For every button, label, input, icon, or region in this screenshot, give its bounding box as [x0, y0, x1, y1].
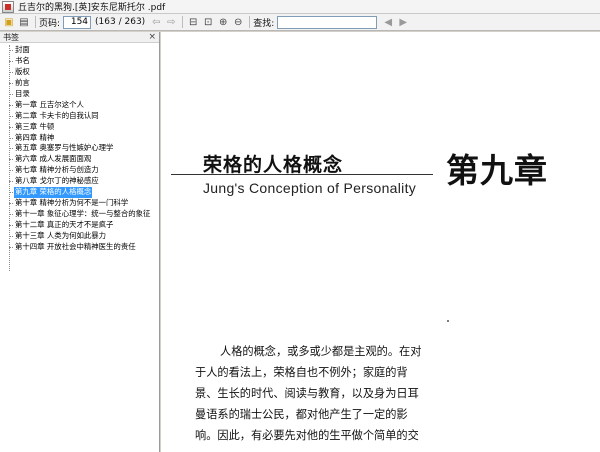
- fit-page-icon[interactable]: ⊟: [186, 15, 200, 29]
- paragraph-line: 响。因此，有必要先对他的生平做个简单的交: [195, 429, 419, 442]
- bookmark-label: 第七章 精神分析与创造力: [15, 165, 99, 175]
- chapter-title-rule: [171, 174, 433, 175]
- bookmark-item[interactable]: 前言: [0, 78, 159, 89]
- forward-arrow-icon[interactable]: ⇨: [164, 15, 178, 29]
- search-label: 查找:: [253, 18, 275, 29]
- bookmark-label: 目录: [15, 88, 30, 98]
- bookmark-label: 前言: [15, 77, 30, 87]
- bookmark-label: 第四章 精神: [15, 132, 55, 142]
- toolbar: ▣ ▤ 页码: (163 / 263) ⇦ ⇨ ⊟ ⊡ ⊕ ⊖ 查找: ◀ ▶: [0, 14, 600, 31]
- fit-width-icon[interactable]: ⊡: [201, 15, 215, 29]
- body-paragraph: 人格的概念，或多或少都是主观的。在对 于人的看法上，荣格自也不例外；家庭的背 景…: [195, 341, 485, 446]
- chapter-number: 第九章: [446, 151, 548, 190]
- bookmark-item[interactable]: 书名: [0, 56, 159, 67]
- bookmark-item[interactable]: 第四章 精神: [0, 133, 159, 144]
- paragraph-line: 景、生长的时代、阅读与教育，以及身为日耳: [195, 387, 419, 400]
- title-bar: 丘吉尔的黑狗.[英]安东尼斯托尔 .pdf: [0, 0, 600, 14]
- bookmark-label: 第三章 牛顿: [15, 121, 55, 131]
- app-pdf-icon: [2, 0, 14, 13]
- paragraph-line: 人格的概念，或多或少都是主观的。在对: [220, 345, 422, 358]
- bookmark-label: 第十四章 开放社会中精神医生的责任: [15, 241, 136, 251]
- bookmark-item[interactable]: 第十章 精神分析为何不是一门科学: [0, 198, 159, 209]
- bookmark-label: 第一章 丘吉尔这个人: [15, 99, 84, 109]
- bookmark-item[interactable]: 第十一章 象征心理学：统一与整合的象征: [0, 209, 159, 220]
- paragraph-line: 于人的看法上，荣格自也不例外；家庭的背: [195, 366, 408, 379]
- page-label: 页码:: [39, 18, 61, 29]
- bookmark-item[interactable]: 第十二章 真正的天才不是疯子: [0, 220, 159, 231]
- bookmark-item[interactable]: 第十三章 人类为何如此暴力: [0, 231, 159, 242]
- bookmark-label: 版权: [15, 66, 30, 76]
- bookmark-item[interactable]: 版权: [0, 67, 159, 78]
- back-arrow-icon[interactable]: ⇦: [149, 15, 163, 29]
- bookmark-label: 第八章 戈尔丁的神秘感应: [15, 176, 99, 186]
- bookmark-item-selected[interactable]: 第九章 荣格的人格概念: [0, 187, 159, 199]
- page-total: (163 / 263): [95, 17, 146, 27]
- page-speck: [447, 320, 449, 322]
- paragraph-line: 曼语系的瑞士公民，都对他产生了一定的影: [195, 408, 408, 421]
- sidebar-header: 书签 ×: [0, 32, 159, 43]
- close-icon[interactable]: ×: [148, 32, 156, 42]
- find-next-icon[interactable]: ▶: [396, 15, 410, 29]
- bookmark-item[interactable]: 第三章 牛顿: [0, 122, 159, 133]
- bookmark-label: 第五章 奥塞罗与性嫉妒心理学: [15, 143, 114, 153]
- zoom-out-icon[interactable]: ⊖: [231, 15, 245, 29]
- search-input[interactable]: [277, 15, 378, 29]
- bookmark-label: 第二章 卡夫卡的自我认同: [15, 110, 99, 120]
- bookmark-tree: 封面 书名 版权 前言 目录 第一章 丘吉尔这个人 第二章 卡夫卡的自我认同 第…: [0, 43, 159, 271]
- find-previous-icon[interactable]: ◀: [381, 15, 395, 29]
- bookmark-item[interactable]: 第八章 戈尔丁的神秘感应: [0, 176, 159, 187]
- bookmark-item[interactable]: 第六章 成人发展面面观: [0, 154, 159, 165]
- bookmark-item[interactable]: 第五章 奥塞罗与性嫉妒心理学: [0, 143, 159, 154]
- bookmark-label: 第六章 成人发展面面观: [15, 154, 92, 164]
- bookmarks-sidebar: 书签 × 封面 书名 版权 前言 目录 第一章 丘吉尔这个人 第二章 卡夫卡的自…: [0, 32, 160, 452]
- open-folder-icon[interactable]: ▣: [2, 15, 16, 29]
- toolbar-separator: [182, 16, 184, 28]
- bookmark-label: 第十二章 真正的天才不是疯子: [15, 220, 114, 229]
- bookmark-item[interactable]: 第二章 卡夫卡的自我认同: [0, 111, 159, 122]
- bookmark-label: 书名: [15, 55, 30, 65]
- chapter-title-cn: 荣格的人格概念: [203, 154, 344, 176]
- document-page[interactable]: 荣格的人格概念 Jung's Conception of Personality…: [161, 32, 600, 452]
- page-number-input[interactable]: [63, 15, 92, 29]
- window-title: 丘吉尔的黑狗.[英]安东尼斯托尔 .pdf: [18, 3, 166, 13]
- chapter-title-en: Jung's Conception of Personality: [203, 180, 417, 196]
- bookmark-item[interactable]: 封面: [0, 45, 159, 56]
- toolbar-separator: [35, 16, 36, 28]
- sidebar-title: 书签: [3, 32, 19, 42]
- zoom-in-icon[interactable]: ⊕: [216, 15, 230, 29]
- bookmark-label: 第九章 荣格的人格概念: [14, 187, 93, 199]
- bookmark-label: 第十章 精神分析为何不是一门科学: [15, 198, 129, 208]
- toolbar-separator: [249, 16, 251, 28]
- bookmark-item[interactable]: 第七章 精神分析与创造力: [0, 165, 159, 176]
- bookmark-label: 第十一章 象征心理学：统一与整合的象征: [15, 209, 151, 219]
- bookmark-label: 第十三章 人类为何如此暴力: [15, 230, 107, 240]
- bookmark-item[interactable]: 目录: [0, 89, 159, 100]
- bookmark-label: 封面: [15, 45, 30, 54]
- bookmark-item[interactable]: 第十四章 开放社会中精神医生的责任: [0, 242, 159, 253]
- bookmark-item[interactable]: 第一章 丘吉尔这个人: [0, 100, 159, 111]
- toggle-bookmarks-icon[interactable]: ▤: [17, 15, 31, 29]
